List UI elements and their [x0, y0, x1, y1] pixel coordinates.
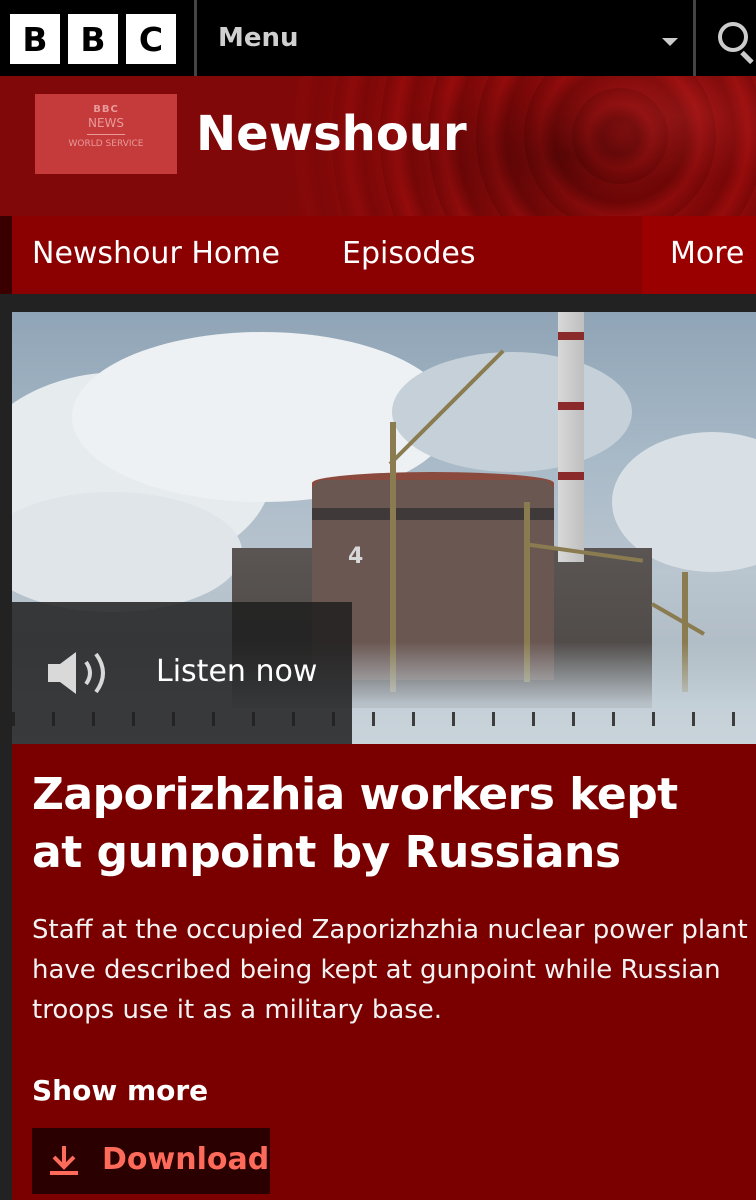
listen-now-button[interactable]: Listen now	[12, 602, 352, 744]
menu-button[interactable]: Menu	[200, 0, 692, 76]
nav-item-newshour-home[interactable]: Newshour Home	[32, 236, 280, 271]
speaker-icon	[48, 652, 105, 694]
bbc-logo[interactable]: B B C	[10, 14, 176, 64]
logo-divider	[87, 134, 125, 135]
episode-headline[interactable]: Zaporizhzhia workers kept at gunpoint by…	[32, 766, 742, 882]
episode-card: Zaporizhzhia workers kept at gunpoint by…	[12, 744, 756, 1200]
menu-label: Menu	[218, 23, 299, 53]
search-icon	[718, 22, 748, 52]
search-icon-handle	[740, 50, 754, 65]
bbc-world-service-logo[interactable]: BBC NEWS WORLD SERVICE	[35, 94, 177, 174]
bbc-logo-letter: C	[126, 14, 176, 64]
bbc-logo-letter: B	[68, 14, 118, 64]
reactor-band	[312, 508, 554, 520]
programme-title[interactable]: Newshour	[196, 106, 467, 162]
chimney-stripe	[558, 332, 584, 340]
logo-bbc-text: BBC	[93, 104, 119, 115]
search-button[interactable]	[698, 0, 756, 76]
cloud	[392, 352, 632, 472]
programme-nav: Newshour Home Episodes More	[12, 216, 756, 294]
show-more-link[interactable]: Show more	[32, 1074, 208, 1107]
spacer-band	[0, 294, 756, 312]
chimney-stripe	[558, 472, 584, 480]
crane-arm	[651, 602, 705, 636]
chimney-stripe	[558, 402, 584, 410]
nav-more-button[interactable]: More	[642, 216, 756, 294]
chimney	[558, 312, 584, 562]
divider	[194, 0, 197, 76]
nav-item-episodes[interactable]: Episodes	[342, 236, 475, 271]
listen-now-label: Listen now	[156, 654, 318, 689]
bbc-top-bar: B B C Menu	[0, 0, 756, 76]
bbc-logo-letter: B	[10, 14, 60, 64]
episode-image[interactable]: 4 Listen now	[12, 312, 756, 744]
nav-edge	[0, 216, 12, 294]
download-label: Download	[102, 1142, 270, 1177]
download-button[interactable]: Download	[32, 1128, 270, 1194]
divider	[693, 0, 696, 76]
chevron-down-icon	[662, 38, 678, 46]
reactor-number: 4	[348, 544, 364, 569]
logo-world-service-text: WORLD SERVICE	[68, 139, 144, 149]
download-icon	[50, 1146, 78, 1175]
logo-news-text: NEWS	[87, 116, 125, 130]
episode-summary: Staff at the occupied Zaporizhzhia nucle…	[32, 915, 748, 1025]
nav-more-label: More	[670, 236, 745, 271]
programme-header: BBC NEWS WORLD SERVICE Newshour	[0, 76, 756, 216]
